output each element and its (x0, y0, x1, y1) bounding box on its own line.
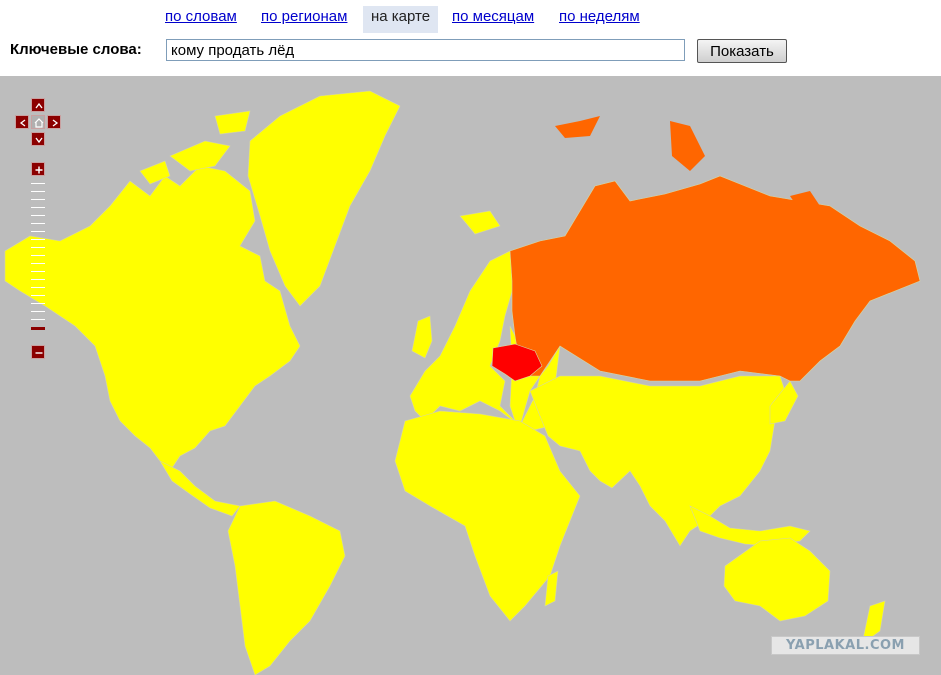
pan-left-button[interactable] (15, 115, 29, 129)
zoom-level-tick[interactable] (31, 183, 45, 184)
pan-down-button[interactable] (31, 132, 45, 146)
tab-by-weeks[interactable]: по неделям (559, 6, 640, 33)
greenland-region (247, 90, 401, 307)
zoom-level-tick[interactable] (31, 279, 45, 280)
south-america-region (227, 500, 346, 675)
zoom-level-tick[interactable] (31, 255, 45, 256)
zoom-level-tick[interactable] (31, 303, 45, 304)
show-button[interactable]: Показать (697, 39, 787, 63)
zoom-level-tick[interactable] (31, 199, 45, 200)
zoom-out-button[interactable] (31, 345, 45, 359)
tab-by-regions[interactable]: по регионам (261, 6, 347, 33)
zoom-level-tick[interactable] (31, 231, 45, 232)
central-america-region (159, 460, 241, 517)
zoom-level-tick[interactable] (31, 287, 45, 288)
australia-region (723, 537, 831, 622)
watermark-logo: YAPLAKAL.COM (771, 636, 920, 655)
tab-by-months[interactable]: по месяцам (452, 6, 534, 33)
pan-right-icon (52, 119, 59, 127)
pan-down-icon (35, 137, 43, 144)
zoom-level-tick[interactable] (31, 215, 45, 216)
zoom-level-tick[interactable] (31, 311, 45, 312)
zoom-slider-handle[interactable] (31, 327, 45, 330)
home-button[interactable] (31, 115, 45, 129)
minus-icon (35, 352, 43, 354)
zoom-level-tick[interactable] (31, 207, 45, 208)
zoom-level-tick[interactable] (31, 295, 45, 296)
world-map[interactable] (0, 76, 941, 675)
zoom-level-tick[interactable] (31, 247, 45, 248)
zoom-level-tick[interactable] (31, 263, 45, 264)
pan-left-icon (19, 119, 26, 127)
view-tabs: по словам по регионам на карте по месяца… (0, 0, 941, 34)
pan-up-icon (35, 102, 43, 109)
keywords-input[interactable] (166, 39, 685, 61)
pan-right-button[interactable] (47, 115, 61, 129)
zoom-level-tick[interactable] (31, 223, 45, 224)
plus-icon (35, 166, 43, 174)
pan-up-button[interactable] (31, 98, 45, 112)
zoom-level-tick[interactable] (31, 239, 45, 240)
zoom-level-tick[interactable] (31, 319, 45, 320)
tab-by-words[interactable]: по словам (165, 6, 237, 33)
keywords-label: Ключевые слова: (10, 41, 142, 58)
map-canvas (4, 90, 921, 675)
zoom-level-tick[interactable] (31, 271, 45, 272)
russia-region (509, 175, 921, 382)
north-america-region (4, 165, 301, 472)
zoom-in-button[interactable] (31, 162, 45, 176)
home-icon (34, 118, 44, 128)
zoom-level-tick[interactable] (31, 191, 45, 192)
tab-on-map[interactable]: на карте (363, 6, 439, 33)
